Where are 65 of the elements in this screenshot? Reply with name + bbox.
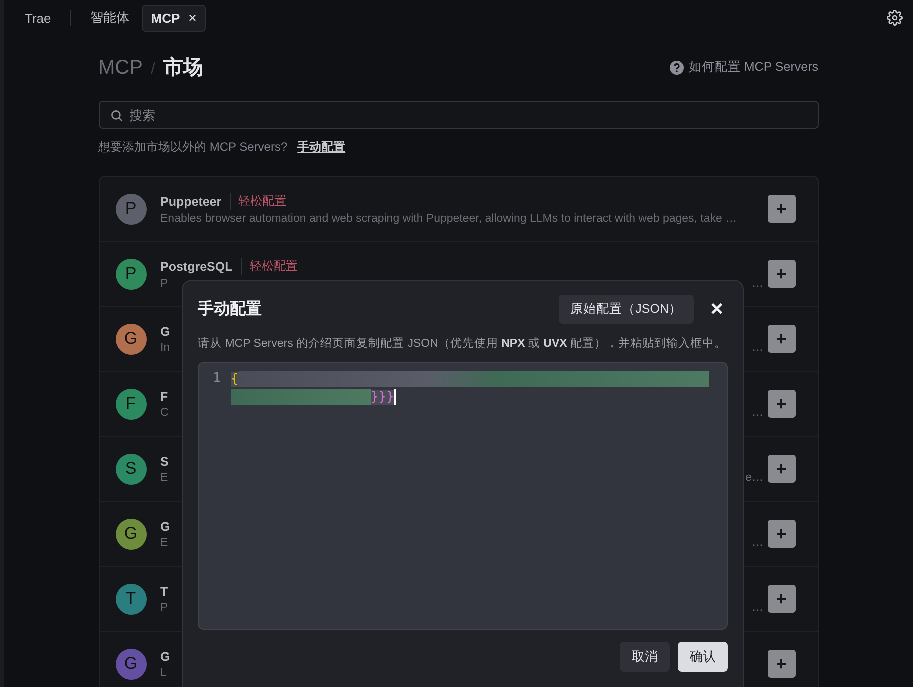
code-text: { <box>230 372 239 386</box>
avatar: P <box>116 194 146 224</box>
server-description: C <box>160 406 169 418</box>
description-ellipsis: e… <box>746 472 764 484</box>
add-button[interactable]: + <box>768 325 796 353</box>
dialog-title: 手动配置 <box>198 299 263 320</box>
raw-config-button[interactable]: 原始配置（JSON） <box>558 295 694 324</box>
server-description: L <box>160 666 167 678</box>
add-button[interactable]: + <box>768 650 796 678</box>
close-button[interactable]: ✕ <box>706 299 728 320</box>
close-icon[interactable]: ✕ <box>188 12 198 24</box>
text-cursor <box>394 389 396 405</box>
tab[interactable]: MCP ✕ <box>142 4 206 32</box>
tab[interactable]: Trae <box>16 4 60 32</box>
server-description: E <box>160 472 168 484</box>
avatar: S <box>116 454 146 484</box>
line-number: 1 <box>213 371 221 388</box>
server-tag: 轻松配置 <box>240 258 298 275</box>
confirm-button[interactable]: 确认 <box>678 642 728 672</box>
settings-icon[interactable] <box>887 10 903 26</box>
manual-config-link[interactable]: 手动配置 <box>298 139 346 156</box>
server-description: E <box>160 536 168 548</box>
description-ellipsis: … <box>752 278 764 290</box>
server-name: G <box>160 520 170 534</box>
add-button[interactable]: + <box>768 455 796 483</box>
description-ellipsis: … <box>752 406 764 418</box>
server-name: G <box>160 324 170 338</box>
avatar: F <box>116 388 146 420</box>
tab[interactable]: 智能体 <box>81 3 138 33</box>
server-name: S <box>160 454 169 468</box>
description-ellipsis: … <box>752 536 764 548</box>
server-name: Puppeteer <box>160 194 222 208</box>
code-text: }}} <box>370 390 394 404</box>
search-icon <box>110 110 122 122</box>
avatar: T <box>116 584 146 614</box>
avatar: G <box>116 648 146 680</box>
breadcrumb-separator: / <box>150 61 156 79</box>
server-description: P <box>160 602 168 614</box>
avatar: G <box>116 518 146 550</box>
avatar: P <box>116 258 146 290</box>
search-field[interactable]: 搜索 <box>98 101 818 129</box>
dialog-instruction: 请从 MCP Servers 的介绍页面复制配置 JSON（优先使用 NPX 或 UVX 配置），并粘贴到输入框中。 <box>198 336 728 351</box>
add-button[interactable]: + <box>768 195 796 223</box>
help-link[interactable]: 如何配置 MCP Servers <box>688 59 818 76</box>
description-ellipsis: … <box>752 602 764 614</box>
avatar: G <box>116 324 146 354</box>
cancel-button[interactable]: 取消 <box>620 642 670 672</box>
server-name: F <box>160 390 168 404</box>
add-button[interactable]: + <box>768 585 796 613</box>
add-button[interactable]: + <box>768 520 796 548</box>
hint-text: 想要添加市场以外的 MCP Servers? <box>98 139 288 156</box>
description-ellipsis: … <box>752 342 764 354</box>
code-editor[interactable]: 1 { }}} <box>198 362 728 630</box>
add-button[interactable]: + <box>768 390 796 418</box>
server-name: PostgreSQL <box>160 260 233 274</box>
server-description: Enables browser automation and web scraping with Puppeteer, allowing LLMs to interact with web pages, take … <box>160 213 738 225</box>
server-tag: 轻松配置 <box>230 193 287 210</box>
breadcrumb-link[interactable]: MCP <box>98 57 143 80</box>
server-name: T <box>160 584 168 598</box>
help-icon <box>670 60 684 74</box>
server-name: G <box>160 650 170 664</box>
add-button[interactable]: + <box>768 260 796 288</box>
server-description: P <box>160 278 168 290</box>
page-title: 市场 <box>163 56 204 81</box>
server-description: In <box>160 342 170 354</box>
